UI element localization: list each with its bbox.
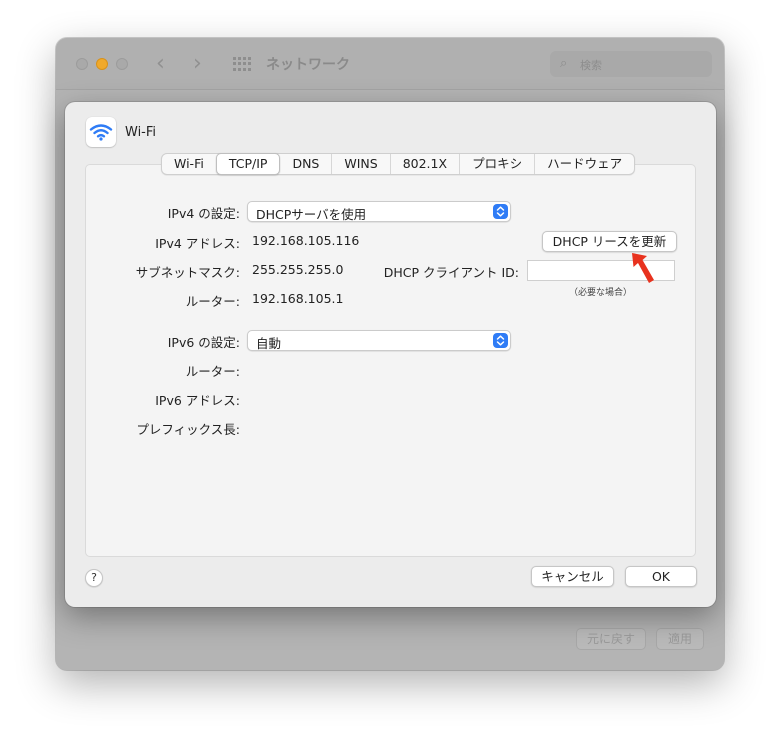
ipv4-address-value: 192.168.105.116 bbox=[252, 233, 360, 248]
ok-button[interactable]: OK bbox=[625, 566, 697, 587]
search-field[interactable]: ⌕ 検索 bbox=[550, 51, 712, 77]
search-placeholder: 検索 bbox=[580, 59, 602, 72]
ipv4-router-label: ルーター: bbox=[185, 294, 240, 309]
tab-8021x[interactable]: 802.1X bbox=[389, 154, 459, 174]
tab-wifi[interactable]: Wi-Fi bbox=[162, 154, 216, 174]
minimize-window-button[interactable] bbox=[96, 58, 108, 70]
ipv4-config-select[interactable]: DHCPサーバを使用 bbox=[247, 201, 511, 222]
search-icon: ⌕ bbox=[560, 56, 568, 71]
ipv6-config-value: 自動 bbox=[256, 336, 282, 351]
renew-dhcp-lease-button[interactable]: DHCP リースを更新 bbox=[542, 231, 677, 252]
ipv4-config-label: IPv4 の設定: bbox=[167, 206, 240, 221]
subnet-mask-label: サブネットマスク: bbox=[135, 265, 240, 280]
ipv6-address-label: IPv6 アドレス: bbox=[155, 393, 240, 408]
updown-chevron-icon bbox=[496, 335, 505, 346]
prefix-length-label: プレフィックス長: bbox=[136, 422, 240, 437]
dhcp-client-id-label: DHCP クライアント ID: bbox=[383, 265, 519, 280]
ipv6-config-stepper bbox=[493, 333, 508, 348]
window-titlebar: ‹ › ネットワーク ⌕ 検索 bbox=[56, 38, 724, 90]
client-id-optional-note: （必要な場合） bbox=[569, 288, 633, 298]
settings-tab-bar: Wi-Fi TCP/IP DNS WINS 802.1X プロキシ ハードウェア bbox=[161, 153, 636, 175]
wifi-service-tile bbox=[86, 117, 116, 147]
cancel-button[interactable]: キャンセル bbox=[531, 566, 614, 587]
help-button[interactable]: ? bbox=[85, 569, 103, 587]
apply-button[interactable]: 適用 bbox=[656, 628, 704, 650]
subnet-mask-value: 255.255.255.0 bbox=[252, 262, 344, 277]
updown-chevron-icon bbox=[496, 206, 505, 217]
wifi-icon bbox=[89, 124, 113, 141]
tab-dns[interactable]: DNS bbox=[280, 154, 331, 174]
tab-wins[interactable]: WINS bbox=[331, 154, 389, 174]
ipv4-config-stepper bbox=[493, 204, 508, 219]
show-all-grid-icon[interactable] bbox=[233, 57, 251, 71]
close-window-button[interactable] bbox=[76, 58, 88, 70]
annotation-arrow-icon bbox=[632, 253, 654, 283]
window-title: ネットワーク bbox=[266, 57, 350, 73]
forward-arrow-icon[interactable]: › bbox=[193, 51, 202, 76]
tab-tcpip[interactable]: TCP/IP bbox=[215, 153, 281, 175]
ipv6-config-select[interactable]: 自動 bbox=[247, 330, 511, 351]
tab-proxies[interactable]: プロキシ bbox=[459, 154, 534, 174]
ipv6-router-label: ルーター: bbox=[185, 364, 240, 379]
tcpip-panel: IPv4 の設定: DHCPサーバを使用 IPv4 アドレス: 192.168.… bbox=[85, 164, 696, 557]
ipv4-config-value: DHCPサーバを使用 bbox=[256, 207, 367, 222]
service-name: Wi-Fi bbox=[125, 125, 157, 140]
revert-button[interactable]: 元に戻す bbox=[576, 628, 646, 650]
zoom-window-button[interactable] bbox=[116, 58, 128, 70]
ipv6-config-label: IPv6 の設定: bbox=[167, 335, 240, 350]
tcpip-settings-sheet: Wi-Fi IPv4 の設定: DHCPサーバを使用 IPv4 アドレス: 19… bbox=[65, 102, 716, 607]
ipv4-address-label: IPv4 アドレス: bbox=[155, 236, 240, 251]
tab-hardware[interactable]: ハードウェア bbox=[534, 154, 634, 174]
back-arrow-icon[interactable]: ‹ bbox=[156, 51, 165, 76]
ipv4-router-value: 192.168.105.1 bbox=[252, 291, 344, 306]
